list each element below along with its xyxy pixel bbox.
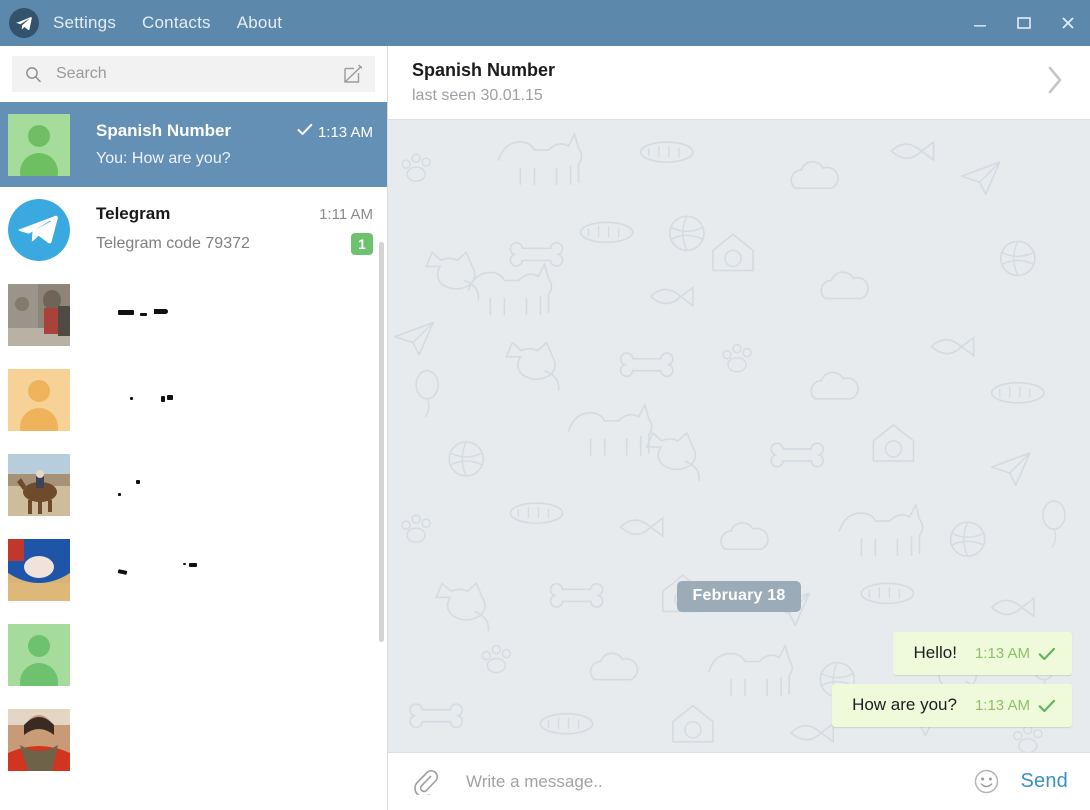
message-bubble-outgoing[interactable]: How are you? 1:13 AM — [832, 684, 1072, 727]
menu-contacts[interactable]: Contacts — [142, 13, 211, 33]
menu-about[interactable]: About — [237, 13, 282, 33]
close-button[interactable] — [1046, 0, 1090, 46]
chat-pane: Spanish Number last seen 30.01.15 Februa… — [388, 46, 1090, 810]
scrollbar-thumb[interactable] — [379, 242, 384, 642]
chat-title: Spanish Number — [412, 60, 556, 80]
chat-item-content — [96, 478, 373, 496]
message-time: 1:13 AM — [974, 645, 1030, 662]
chat-item-content: Spanish Number 1:13 AM You: How are you? — [96, 121, 373, 168]
message-bubble-outgoing[interactable]: Hello! 1:13 AM — [893, 632, 1072, 675]
chat-item-name: Spanish Number — [96, 121, 232, 140]
window-body: Spanish Number 1:13 AM You: How are you? — [0, 46, 1090, 810]
chat-item-time: 1:11 AM — [319, 206, 373, 223]
minimize-button[interactable] — [958, 0, 1002, 46]
redacted-name — [96, 562, 373, 577]
chat-list-item-redacted-1[interactable] — [0, 272, 387, 357]
avatar — [8, 623, 70, 686]
compose-pencil-icon[interactable] — [341, 63, 365, 85]
message-meta: 1:13 AM — [975, 645, 1056, 662]
chat-item-preview: Telegram code 79372 — [96, 235, 250, 252]
date-pill: February 18 — [676, 581, 802, 612]
chat-list-item-redacted-5[interactable] — [0, 612, 387, 697]
maximize-button[interactable] — [1002, 0, 1046, 46]
search-input[interactable] — [46, 65, 341, 83]
chat-list-item-redacted-3[interactable] — [0, 442, 387, 527]
chat-item-meta: 1:11 AM — [311, 206, 373, 223]
message-stack: February 18 Hello! 1:13 AM How are you? … — [406, 581, 1072, 736]
avatar — [8, 283, 70, 346]
redacted-name — [96, 478, 373, 496]
avatar — [8, 538, 70, 601]
search-box[interactable] — [12, 56, 375, 92]
chat-list-item-redacted-4[interactable] — [0, 527, 387, 612]
chat-list-item-telegram[interactable]: Telegram 1:11 AM Telegram code 79372 1 — [0, 187, 387, 272]
chat-item-preview: You: How are you? — [96, 150, 231, 167]
avatar — [8, 368, 70, 431]
chat-item-content: Telegram 1:11 AM Telegram code 79372 1 — [96, 204, 373, 255]
message-input[interactable] — [442, 771, 967, 792]
message-row: How are you? 1:13 AM — [406, 684, 1072, 727]
chat-item-content — [96, 562, 373, 577]
sent-check-icon — [297, 123, 313, 141]
chat-item-name: Telegram — [96, 204, 171, 223]
message-text: How are you? — [852, 695, 957, 714]
redacted-name — [96, 308, 373, 322]
chat-list-item-redacted-2[interactable] — [0, 357, 387, 442]
avatar — [8, 708, 70, 771]
avatar — [8, 198, 70, 261]
message-row: Hello! 1:13 AM — [406, 632, 1072, 675]
message-composer: Send — [388, 752, 1090, 810]
chat-status: last seen 30.01.15 — [412, 87, 543, 104]
chat-list-scrollbar[interactable] — [379, 102, 384, 810]
chat-item-meta: 1:13 AM — [289, 123, 373, 141]
search-bar — [0, 46, 387, 102]
title-bar: Settings Contacts About — [0, 0, 1090, 46]
search-icon — [24, 65, 46, 84]
paperclip-icon[interactable] — [408, 769, 442, 795]
menu-settings[interactable]: Settings — [53, 13, 116, 33]
chat-item-time: 1:13 AM — [317, 123, 373, 141]
chat-item-content — [96, 733, 373, 747]
message-text: Hello! — [913, 643, 957, 662]
redacted-name — [96, 648, 373, 662]
single-check-icon — [1038, 647, 1056, 661]
redacted-name — [96, 733, 373, 747]
chevron-right-icon[interactable] — [1044, 63, 1070, 102]
smiley-face-icon[interactable] — [966, 769, 1006, 794]
chat-list[interactable]: Spanish Number 1:13 AM You: How are you? — [0, 102, 387, 810]
message-meta: 1:13 AM — [975, 697, 1056, 714]
window-controls — [958, 0, 1090, 46]
chat-header-texts: Spanish Number last seen 30.01.15 — [412, 60, 555, 105]
avatar — [8, 113, 70, 176]
avatar — [8, 453, 70, 516]
single-check-icon — [1038, 699, 1056, 713]
main-menu: Settings Contacts About — [53, 13, 282, 33]
chat-item-content — [96, 648, 373, 662]
chat-item-content — [96, 393, 373, 407]
chat-header[interactable]: Spanish Number last seen 30.01.15 — [388, 46, 1090, 120]
telegram-window: Settings Contacts About Search Spanish N… — [0, 0, 1090, 810]
send-button[interactable]: Send — [1006, 770, 1068, 793]
chat-list-item-spanish-number[interactable]: Spanish Number 1:13 AM You: How are you? — [0, 102, 387, 187]
date-divider: February 18 — [406, 581, 1072, 612]
message-time: 1:13 AM — [974, 697, 1030, 714]
sidebar: Spanish Number 1:13 AM You: How are you? — [0, 46, 388, 810]
app-logo-icon — [9, 8, 39, 38]
chat-item-content — [96, 308, 373, 322]
redacted-name — [96, 393, 373, 407]
chat-list-item-redacted-6[interactable] — [0, 697, 387, 782]
message-area: February 18 Hello! 1:13 AM How are you? … — [388, 120, 1090, 752]
unread-badge: 1 — [351, 233, 373, 255]
